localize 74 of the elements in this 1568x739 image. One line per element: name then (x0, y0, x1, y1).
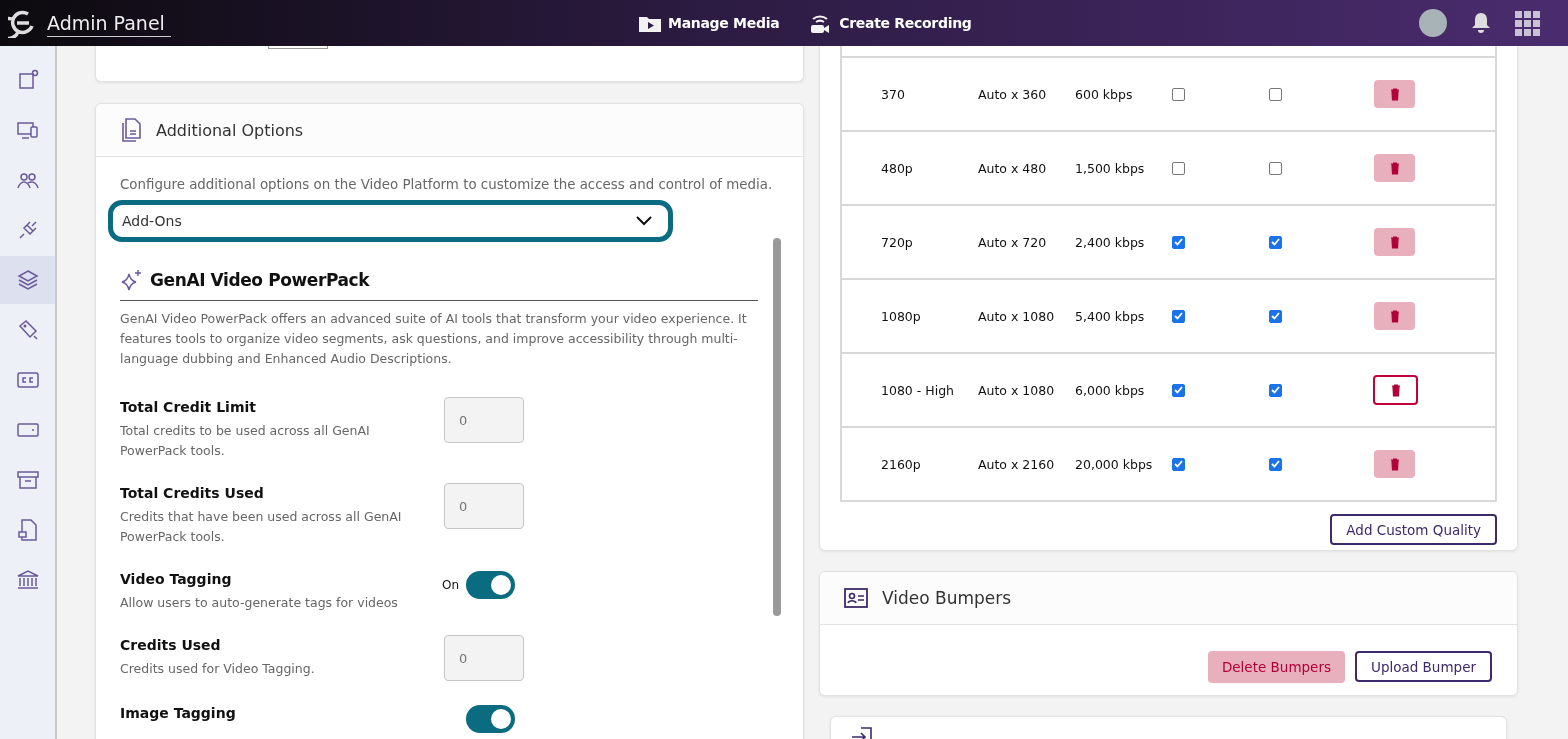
quality-name: 1080p (881, 308, 922, 324)
layers-icon (15, 268, 40, 292)
section-heading: GenAI Video PowerPack (150, 270, 370, 290)
chevron-down-icon (636, 216, 652, 226)
toggle-switch[interactable] (466, 571, 515, 599)
toggle-switch[interactable] (466, 705, 515, 733)
sparkle-icon (120, 268, 144, 292)
checkbox[interactable] (1172, 309, 1185, 323)
setting-description: Allow users to auto-generate tags for videos (120, 594, 399, 612)
resolution-cell-text: Auto x 1080 (978, 308, 1056, 324)
bitrate-cell-text: 5,400 kbps (1075, 308, 1146, 324)
archive-icon (15, 468, 40, 492)
scrollbar-thumb[interactable] (773, 238, 781, 616)
quality-name: 370 (881, 86, 906, 102)
app-title[interactable]: Admin Panel (47, 9, 171, 37)
resolution-cell-text: Auto x 1080 (978, 382, 1056, 398)
checkbox[interactable] (1172, 87, 1185, 101)
bitrate-cell-text: 20,000 kbps (1075, 456, 1154, 472)
bitrate-cell-text: 1,500 kbps (1075, 160, 1146, 176)
checkbox[interactable] (1172, 457, 1185, 471)
bitrate-cell-text: 600 kbps (1075, 86, 1134, 102)
setting-label: Credits Used (120, 637, 222, 653)
setting-description: Total credits to be used across all GenAI PowerPack tools. (120, 422, 371, 460)
apps-grid-icon[interactable] (1515, 10, 1540, 36)
setting-label: Total Credits Used (120, 485, 265, 501)
nav-link[interactable]: Create Recording (809, 12, 972, 34)
nav-link[interactable]: Manage Media (638, 13, 780, 33)
checkbox[interactable] (1172, 383, 1185, 397)
delete-button[interactable] (1374, 154, 1415, 182)
setting-label: Image Tagging (120, 705, 237, 721)
checkbox[interactable] (1269, 161, 1282, 175)
section-description: GenAI Video PowerPack offers an advanced suite of AI tools that transform your video experience. It features tools to organize video segments, ask questions, and improve accessibility through multi-language dubbing and Enhanced Audio Descriptions. (120, 310, 748, 368)
setting-label: Total Credit Limit (120, 399, 257, 415)
resolution-cell-text: Auto x 480 (978, 160, 1048, 176)
sidebar-item[interactable] (0, 256, 55, 304)
bitrate-cell-text: 2,400 kbps (1075, 234, 1146, 250)
description-text: Configure additional options on the Video Platform to customize the access and control of media. (120, 177, 774, 192)
setting-label: Video Tagging (120, 571, 233, 587)
resolution-cell-text: Auto x 2160 (978, 456, 1056, 472)
id-card-icon (844, 588, 868, 608)
quality-name: 1080 - High (881, 382, 955, 398)
card-title: Video Bumpers (882, 588, 1012, 608)
add-custom-quality-button[interactable]: Add Custom Quality (1330, 514, 1497, 545)
resolution-cell-text: Auto x 720 (978, 234, 1048, 250)
toggle-state-label: On (442, 578, 458, 592)
quality-name: 480p (881, 160, 914, 176)
bell-icon[interactable] (1471, 12, 1491, 34)
avatar-icon[interactable] (1419, 9, 1447, 37)
bank-icon (15, 568, 40, 592)
delete-button[interactable] (1373, 375, 1418, 405)
checkbox[interactable] (1269, 235, 1282, 249)
setting-description: Credits used for Video Tagging. (120, 660, 316, 678)
checkbox[interactable] (1269, 383, 1282, 397)
delete-button[interactable] (1374, 228, 1415, 256)
dropdown[interactable]: Add-Ons (108, 200, 673, 242)
delete-button[interactable] (1374, 302, 1415, 330)
upload-bumper-button[interactable]: Upload Bumper (1355, 651, 1492, 682)
delete-button[interactable] (1374, 80, 1415, 108)
delete-button[interactable] (1374, 450, 1415, 478)
checkbox[interactable] (1172, 161, 1185, 175)
delete-bumpers-button[interactable]: Delete Bumpers (1207, 651, 1345, 683)
checkbox[interactable] (1269, 87, 1282, 101)
checkbox[interactable] (1269, 457, 1282, 471)
sign-in-icon (851, 727, 873, 739)
video-file-icon (15, 518, 40, 542)
bitrate-cell-text: 6,000 kbps (1075, 382, 1146, 398)
document-icon (120, 118, 142, 142)
setting-description: Credits that have been used across all GenAI PowerPack tools. (120, 508, 403, 546)
card-title: Additional Options (156, 120, 304, 140)
quality-name: 2160p (881, 456, 922, 472)
quality-name: 720p (881, 234, 914, 250)
resolution-cell-text: Auto x 360 (978, 86, 1048, 102)
checkbox[interactable] (1172, 235, 1185, 249)
checkbox[interactable] (1269, 309, 1282, 323)
